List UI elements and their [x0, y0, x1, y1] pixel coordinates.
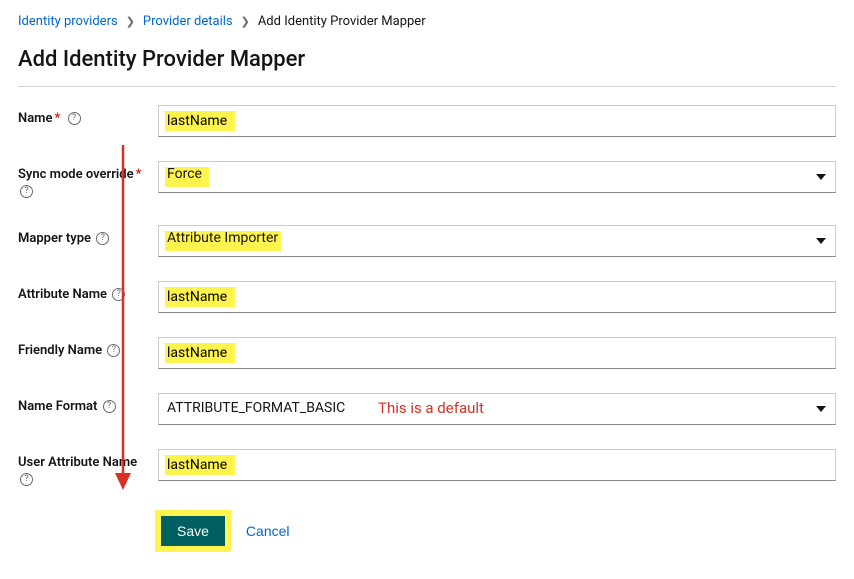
user-attribute-name-input[interactable] — [158, 449, 836, 481]
sync-mode-select[interactable]: Force — [158, 161, 836, 193]
label-name-format: Name Format ? — [18, 393, 158, 416]
label-name: Name* ? — [18, 105, 158, 128]
label-user-attr-name: User Attribute Name ? — [18, 449, 158, 489]
friendly-name-input[interactable] — [158, 337, 836, 369]
breadcrumb-current: Add Identity Provider Mapper — [258, 14, 426, 29]
help-icon[interactable]: ? — [20, 185, 33, 198]
label-attr-name: Attribute Name ? — [18, 281, 158, 304]
attribute-name-input[interactable] — [158, 281, 836, 313]
breadcrumb: Identity providers ❯ Provider details ❯ … — [18, 14, 836, 29]
mapper-type-select[interactable]: Attribute Importer — [158, 225, 836, 257]
save-button[interactable]: Save — [161, 516, 225, 546]
cancel-button[interactable]: Cancel — [246, 523, 290, 539]
chevron-right-icon: ❯ — [241, 15, 250, 28]
page-title: Add Identity Provider Mapper — [18, 47, 836, 72]
help-icon[interactable]: ? — [96, 232, 109, 245]
chevron-right-icon: ❯ — [126, 15, 135, 28]
label-sync-mode: Sync mode override* ? — [18, 161, 158, 201]
breadcrumb-link-providers[interactable]: Identity providers — [18, 14, 118, 29]
divider — [18, 86, 836, 87]
name-format-select[interactable]: ATTRIBUTE_FORMAT_BASIC — [158, 393, 836, 425]
help-icon[interactable]: ? — [68, 112, 81, 125]
save-highlight: Save — [158, 513, 228, 549]
help-icon[interactable]: ? — [107, 344, 120, 357]
help-icon[interactable]: ? — [20, 473, 33, 486]
help-icon[interactable]: ? — [112, 288, 125, 301]
label-friendly-name: Friendly Name ? — [18, 337, 158, 360]
breadcrumb-link-details[interactable]: Provider details — [143, 14, 233, 29]
help-icon[interactable]: ? — [103, 400, 116, 413]
label-mapper-type: Mapper type ? — [18, 225, 158, 248]
name-input[interactable] — [158, 105, 836, 137]
